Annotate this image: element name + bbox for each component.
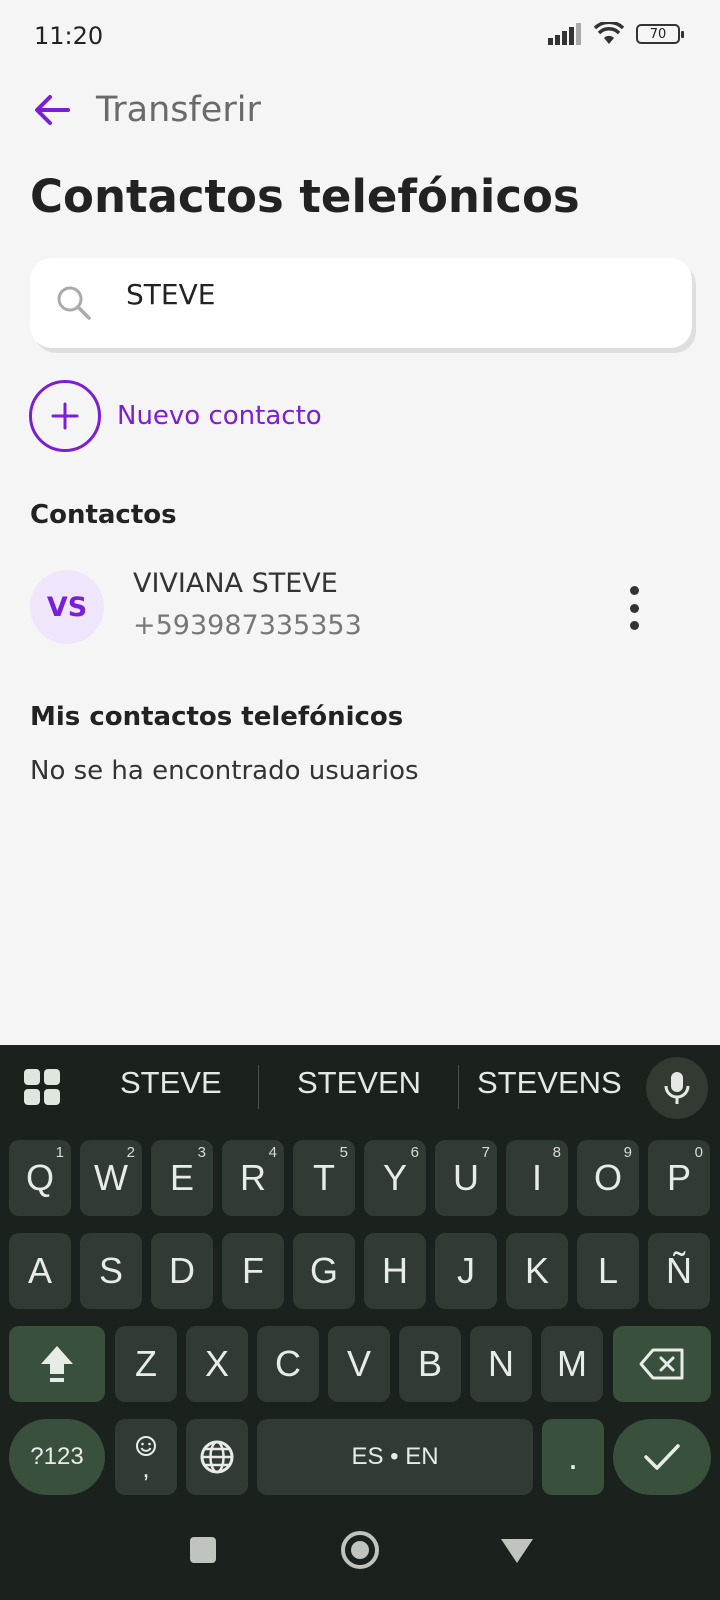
shift-key[interactable] xyxy=(9,1326,105,1402)
battery-icon: 70 xyxy=(636,24,684,44)
suggestion-divider xyxy=(458,1065,459,1109)
avatar: VS xyxy=(30,570,104,644)
key-hint-2: 2 xyxy=(126,1144,135,1161)
status-icons: 70 xyxy=(548,22,684,46)
contact-phone: +593987335353 xyxy=(133,610,362,641)
key-l[interactable]: L xyxy=(577,1233,639,1309)
key-o[interactable]: O9 xyxy=(577,1140,639,1216)
space-key[interactable]: ES • EN xyxy=(257,1419,533,1495)
status-bar: 11:20 70 xyxy=(0,0,720,72)
key-c[interactable]: C xyxy=(257,1326,319,1402)
check-icon xyxy=(644,1444,680,1470)
key-hint-9: 9 xyxy=(623,1144,632,1161)
key-f[interactable]: F xyxy=(222,1233,284,1309)
nav-title: Transferir xyxy=(96,90,261,130)
key-v[interactable]: V xyxy=(328,1326,390,1402)
language-key[interactable] xyxy=(186,1419,248,1495)
key-k[interactable]: K xyxy=(506,1233,568,1309)
key-m[interactable]: M xyxy=(541,1326,603,1402)
suggestion-bar: STEVE STEVEN STEVENS xyxy=(0,1045,720,1129)
backspace-key[interactable] xyxy=(613,1326,711,1402)
key-s[interactable]: S xyxy=(80,1233,142,1309)
signal-icon xyxy=(548,23,581,45)
suggestion-3[interactable]: STEVENS xyxy=(477,1065,622,1101)
key-ñ[interactable]: Ñ xyxy=(648,1233,710,1309)
new-contact-button[interactable]: Nuevo contacto xyxy=(29,380,322,452)
period-key[interactable]: . xyxy=(542,1419,604,1495)
home-icon[interactable] xyxy=(341,1531,379,1569)
apps-grid-icon[interactable] xyxy=(24,1069,60,1105)
key-a[interactable]: A xyxy=(9,1233,71,1309)
key-hint-1: 1 xyxy=(55,1144,64,1161)
empty-state-text: No se ha encontrado usuarios xyxy=(30,756,419,786)
key-hint-4: 4 xyxy=(268,1144,277,1161)
back-triangle-icon[interactable] xyxy=(501,1539,533,1563)
back-arrow-icon[interactable] xyxy=(30,88,74,132)
key-e[interactable]: E3 xyxy=(151,1140,213,1216)
wifi-icon xyxy=(594,22,624,44)
suggestion-divider xyxy=(258,1065,259,1109)
key-b[interactable]: B xyxy=(399,1326,461,1402)
key-r[interactable]: R4 xyxy=(222,1140,284,1216)
comma-label: , xyxy=(142,1453,150,1483)
contact-row[interactable]: VS VIVIANA STEVE +593987335353 xyxy=(30,566,700,650)
search-box[interactable] xyxy=(30,258,692,348)
search-icon xyxy=(57,286,91,320)
key-x[interactable]: X xyxy=(186,1326,248,1402)
emoji-comma-key[interactable]: , xyxy=(115,1419,177,1495)
key-hint-5: 5 xyxy=(339,1144,348,1161)
contact-name: VIVIANA STEVE xyxy=(133,568,338,599)
phone-contacts-heading: Mis contactos telefónicos xyxy=(30,702,404,732)
key-p[interactable]: P0 xyxy=(648,1140,710,1216)
key-hint-3: 3 xyxy=(197,1144,206,1161)
key-hint-7: 7 xyxy=(481,1144,490,1161)
keyboard: STEVE STEVEN STEVENS Q1W2E3R4T5Y6U7I8O9P… xyxy=(0,1045,720,1600)
key-h[interactable]: H xyxy=(364,1233,426,1309)
plus-icon xyxy=(29,380,101,452)
suggestion-1[interactable]: STEVE xyxy=(120,1065,222,1101)
suggestion-2[interactable]: STEVEN xyxy=(297,1065,421,1101)
symbols-key[interactable]: ?123 xyxy=(9,1419,105,1495)
key-hint-8: 8 xyxy=(552,1144,561,1161)
system-nav-bar xyxy=(0,1520,720,1600)
microphone-icon[interactable] xyxy=(646,1057,708,1119)
key-g[interactable]: G xyxy=(293,1233,355,1309)
key-y[interactable]: Y6 xyxy=(364,1140,426,1216)
contacts-heading: Contactos xyxy=(30,500,177,530)
key-u[interactable]: U7 xyxy=(435,1140,497,1216)
key-d[interactable]: D xyxy=(151,1233,213,1309)
more-options-icon[interactable] xyxy=(622,586,646,630)
key-i[interactable]: I8 xyxy=(506,1140,568,1216)
globe-icon xyxy=(200,1440,234,1474)
key-hint-0: 0 xyxy=(694,1144,703,1161)
key-n[interactable]: N xyxy=(470,1326,532,1402)
new-contact-label: Nuevo contacto xyxy=(117,401,322,431)
key-w[interactable]: W2 xyxy=(80,1140,142,1216)
recents-icon[interactable] xyxy=(190,1537,216,1563)
status-time: 11:20 xyxy=(34,22,104,50)
key-z[interactable]: Z xyxy=(115,1326,177,1402)
page-title: Contactos telefónicos xyxy=(30,170,580,223)
key-t[interactable]: T5 xyxy=(293,1140,355,1216)
enter-key[interactable] xyxy=(613,1419,711,1495)
key-j[interactable]: J xyxy=(435,1233,497,1309)
search-input[interactable] xyxy=(126,278,646,311)
key-q[interactable]: Q1 xyxy=(9,1140,71,1216)
key-hint-6: 6 xyxy=(410,1144,419,1161)
